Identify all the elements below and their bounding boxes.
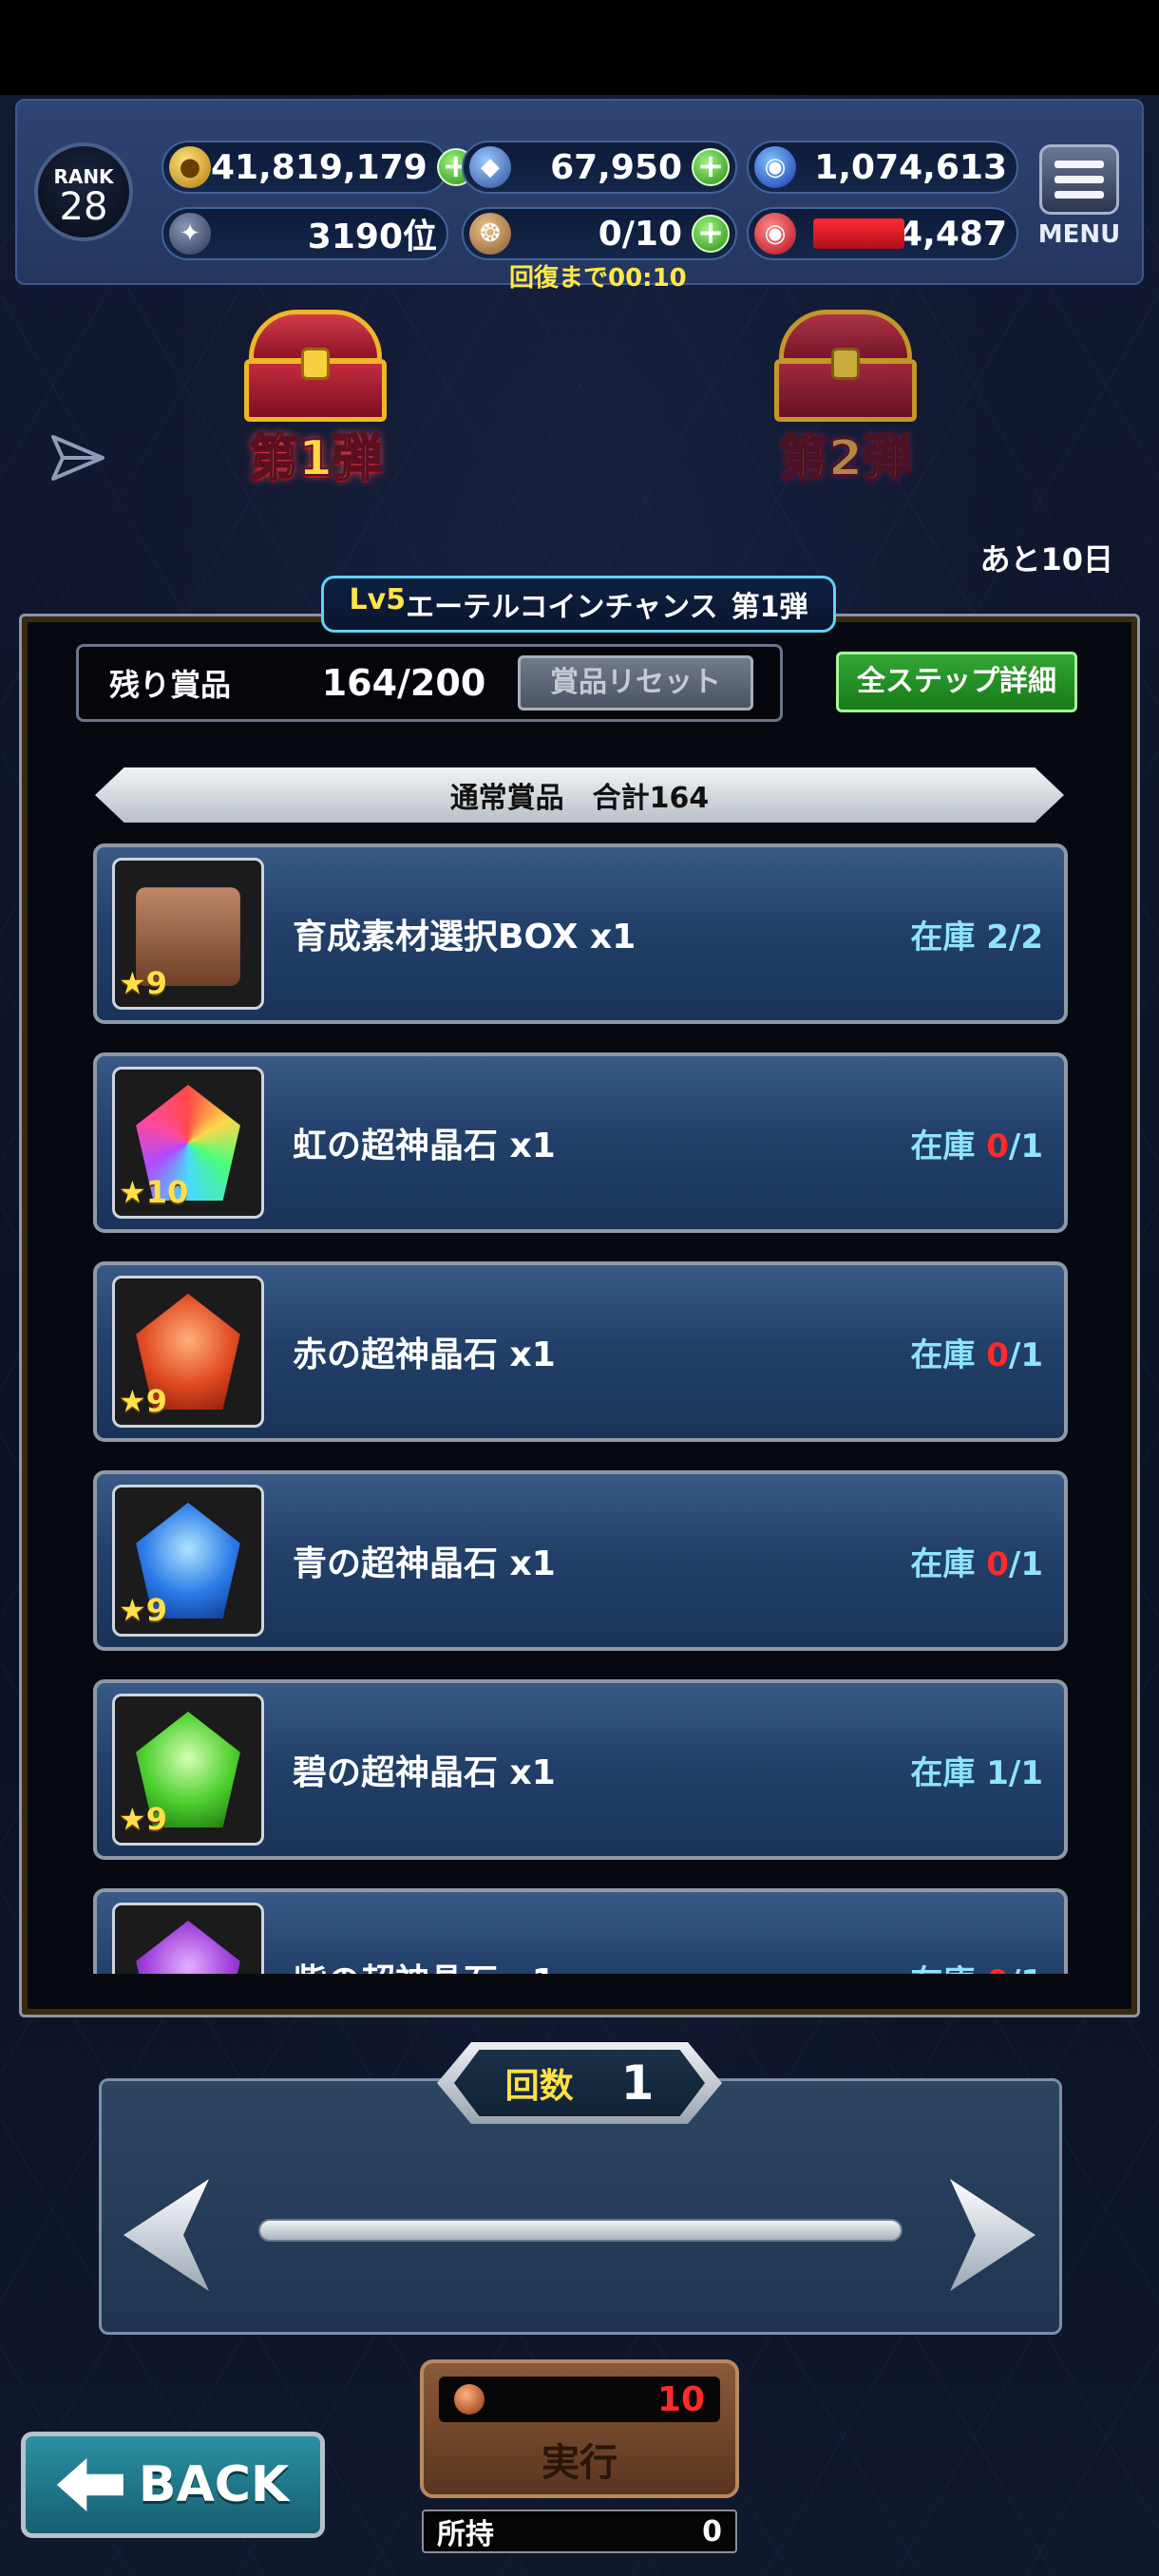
- item-stock: 在庫 0/1: [910, 1127, 1043, 1165]
- remaining-days: あと10日: [979, 541, 1113, 578]
- item-thumbnail: ★9: [112, 1276, 264, 1428]
- item-name: 紫の超神晶石 x1: [293, 1954, 910, 1974]
- list-item[interactable]: ★9 紫の超神晶石 x1 在庫 0/1: [93, 1888, 1068, 1974]
- item-name: 青の超神晶石 x1: [293, 1544, 556, 1583]
- stamina-bar: [813, 218, 904, 249]
- execute-label: 実行: [542, 2441, 618, 2485]
- crystal-icon: ◆: [469, 146, 511, 188]
- item-name: 虹の超神晶石 x1: [293, 1127, 556, 1165]
- item-stars: ★9: [119, 965, 167, 1001]
- remaining-summary: 残り賞品 164/200 賞品リセット: [76, 644, 783, 722]
- execute-cost: 10: [439, 2377, 720, 2422]
- owned-label: 所持: [437, 2518, 494, 2551]
- item-name: 碧の超神晶石 x1: [293, 1753, 556, 1792]
- item-stars: ★10: [119, 1174, 189, 1210]
- prize-list[interactable]: ★9 育成素材選択BOX x1 在庫 2/2 ★10 虹の超神晶石 x1 在庫 …: [93, 843, 1068, 1974]
- item-stock: 在庫 2/2: [910, 918, 1043, 957]
- recover-timer: 回復まで00:10: [509, 264, 687, 293]
- stamina-counter: ◉ 114,487: [747, 207, 1018, 260]
- arena-rank-counter: ✦ 3190位: [162, 207, 448, 260]
- menu-button[interactable]: MENU: [1037, 144, 1121, 258]
- menu-label: MENU: [1037, 220, 1121, 249]
- back-label: BACK: [138, 2456, 290, 2513]
- blue-gem-counter: ◉ 1,074,613: [747, 141, 1018, 194]
- blue-gem-icon: ◉: [754, 146, 796, 188]
- item-stars: ★9: [119, 1383, 167, 1419]
- back-button[interactable]: BACK: [21, 2432, 325, 2538]
- panel-title: Lv5 エーテルコインチャンス 第1弾: [321, 576, 836, 633]
- remaining-count: 164/200: [321, 662, 486, 704]
- back-arrow-icon: [56, 2458, 124, 2511]
- item-thumbnail: ★9: [112, 1485, 264, 1637]
- list-item[interactable]: ★9 碧の超神晶石 x1 在庫 1/1: [93, 1679, 1068, 1860]
- item-thumbnail: ★9: [112, 1694, 264, 1846]
- item-stars: ★9: [119, 1801, 167, 1837]
- item-stock: 在庫 0/1: [910, 1956, 1043, 1975]
- title-level: Lv5: [349, 583, 407, 616]
- count-label: 回数: [504, 2067, 574, 2106]
- execute-button[interactable]: 10 実行: [420, 2359, 739, 2498]
- stamina-gem-icon: ◉: [754, 213, 796, 255]
- tab-label: 第2弾: [778, 429, 913, 488]
- gold-value: 41,819,179: [211, 147, 428, 187]
- count-value: 1: [620, 2055, 655, 2111]
- ether-coin-icon: [454, 2384, 484, 2415]
- gold-counter: ● 41,819,179 +: [162, 141, 475, 194]
- owned-value: 0: [702, 2514, 722, 2548]
- item-name: 育成素材選択BOX x1: [293, 918, 636, 957]
- count-slider[interactable]: [258, 2219, 902, 2242]
- crystal-value: 67,950: [550, 147, 682, 187]
- title-part: 第1弾: [731, 591, 808, 624]
- purple-crystal-icon: [136, 1921, 240, 1974]
- add-crystal-button[interactable]: +: [692, 148, 730, 186]
- ticket-counter: ❂ 0/10 +: [462, 207, 737, 260]
- share-icon[interactable]: [49, 429, 106, 486]
- rank-value: 28: [59, 185, 108, 229]
- owned-count: 所持 0: [422, 2510, 737, 2553]
- treasure-chest-icon: [774, 310, 917, 424]
- rank-badge: RANK 28: [34, 142, 133, 241]
- all-steps-detail-button[interactable]: 全ステップ詳細: [836, 652, 1077, 712]
- prize-reset-button[interactable]: 賞品リセット: [518, 655, 753, 710]
- item-thumbnail: ★9: [112, 858, 264, 1010]
- treasure-chest-icon: [244, 310, 387, 424]
- ticket-value: 0/10: [598, 214, 682, 254]
- add-ticket-button[interactable]: +: [692, 215, 730, 253]
- hamburger-icon: [1039, 144, 1119, 215]
- blue-gem-value: 1,074,613: [814, 147, 1007, 187]
- crystal-counter: ◆ 67,950 +: [462, 141, 737, 194]
- count-display: 回数 1: [437, 2042, 722, 2124]
- gold-coin-icon: ●: [169, 146, 211, 188]
- item-stock: 在庫 0/1: [910, 1335, 1043, 1374]
- item-thumbnail: ★10: [112, 1067, 264, 1219]
- arena-rank-value: 3190位: [307, 218, 437, 256]
- tab-part-1[interactable]: 第1弾: [220, 310, 410, 500]
- status-bar-area: [0, 0, 1159, 95]
- item-stock: 在庫 0/1: [910, 1544, 1043, 1583]
- arena-compass-icon: ✦: [169, 213, 211, 255]
- list-item[interactable]: ★9 赤の超神晶石 x1 在庫 0/1: [93, 1261, 1068, 1442]
- item-stock: 在庫 1/1: [910, 1753, 1043, 1792]
- list-item[interactable]: ★10 虹の超神晶石 x1 在庫 0/1: [93, 1052, 1068, 1233]
- title-name: エーテルコインチャンス: [406, 591, 718, 624]
- ticket-cookie-icon: ❂: [469, 213, 511, 255]
- remaining-label: 残り賞品: [109, 667, 232, 703]
- list-item[interactable]: ★9 育成素材選択BOX x1 在庫 2/2: [93, 843, 1068, 1024]
- list-item[interactable]: ★9 青の超神晶石 x1 在庫 0/1: [93, 1470, 1068, 1651]
- section-banner: 通常賞品 合計164: [95, 767, 1064, 823]
- item-stars: ★9: [119, 1592, 167, 1628]
- item-thumbnail: ★9: [112, 1903, 264, 1974]
- tab-part-2[interactable]: 第2弾: [750, 310, 940, 500]
- item-name: 赤の超神晶石 x1: [293, 1335, 556, 1374]
- cost-value: 10: [656, 2379, 705, 2419]
- tab-label: 第1弾: [248, 429, 383, 488]
